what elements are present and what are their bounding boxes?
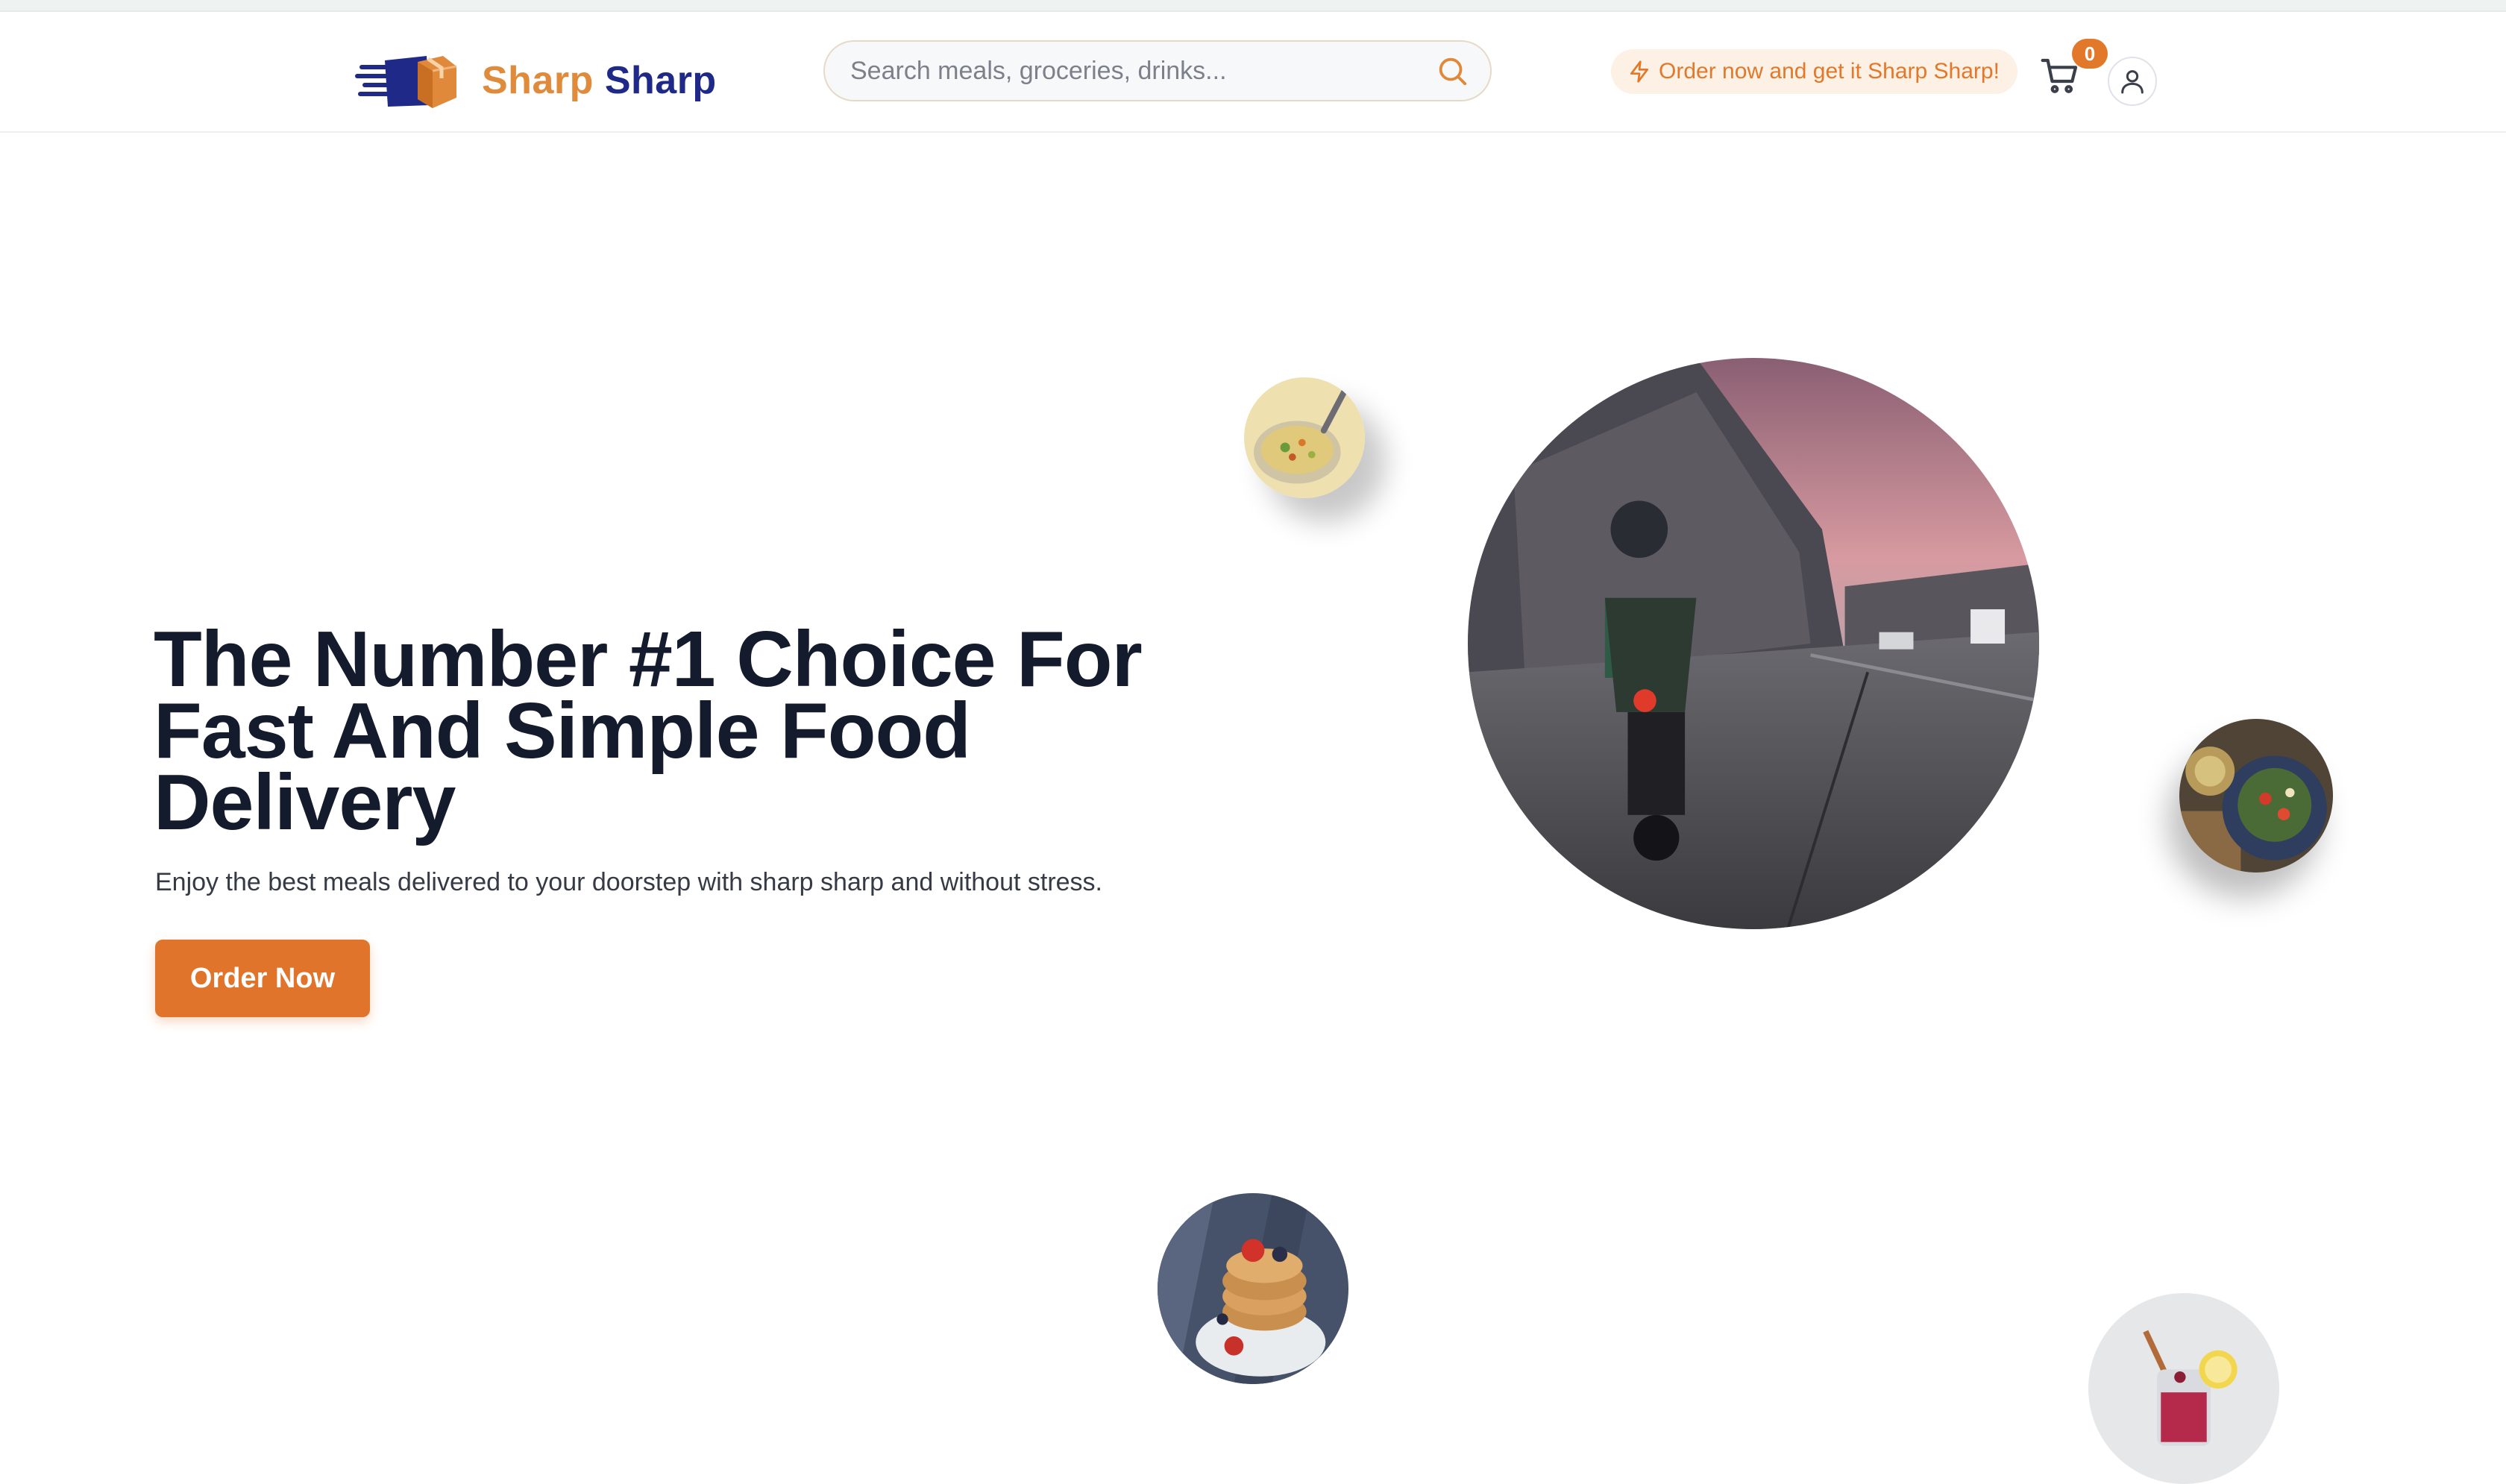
search-icon[interactable] [1435,54,1469,88]
hero-subtitle: Enjoy the best meals delivered to your d… [155,868,1103,896]
user-account-button[interactable] [2108,57,2157,106]
logo-text-sharp-1: Sharp [482,59,594,102]
user-icon [2121,70,2144,94]
promo-banner[interactable]: Order now and get it Sharp Sharp! [1611,49,2017,94]
search-input[interactable] [825,44,1435,98]
soup-ladle-image [1244,377,1365,498]
site-header: Sharp Sharp Order now and get it Sharp S… [0,12,2506,133]
logo-text-sharp-2: Sharp [604,59,717,102]
top-strip [0,0,2506,12]
pancake-image [1158,1193,1348,1384]
search-bar [823,40,1492,101]
delivery-rider-image [1468,358,2039,929]
promo-text: Order now and get it Sharp Sharp! [1659,59,2000,84]
drink-image [2088,1293,2279,1484]
logo[interactable]: Sharp Sharp [355,45,717,116]
salad-bowl-image [2179,719,2333,873]
cart-count-badge: 0 [2072,39,2108,69]
logo-text: Sharp Sharp [482,58,717,103]
lightning-icon [1630,60,1648,83]
logo-icon [355,56,457,108]
order-now-button[interactable]: Order Now [155,940,370,1017]
hero-title: The Number #1 Choice For Fast And Simple… [154,615,1143,846]
